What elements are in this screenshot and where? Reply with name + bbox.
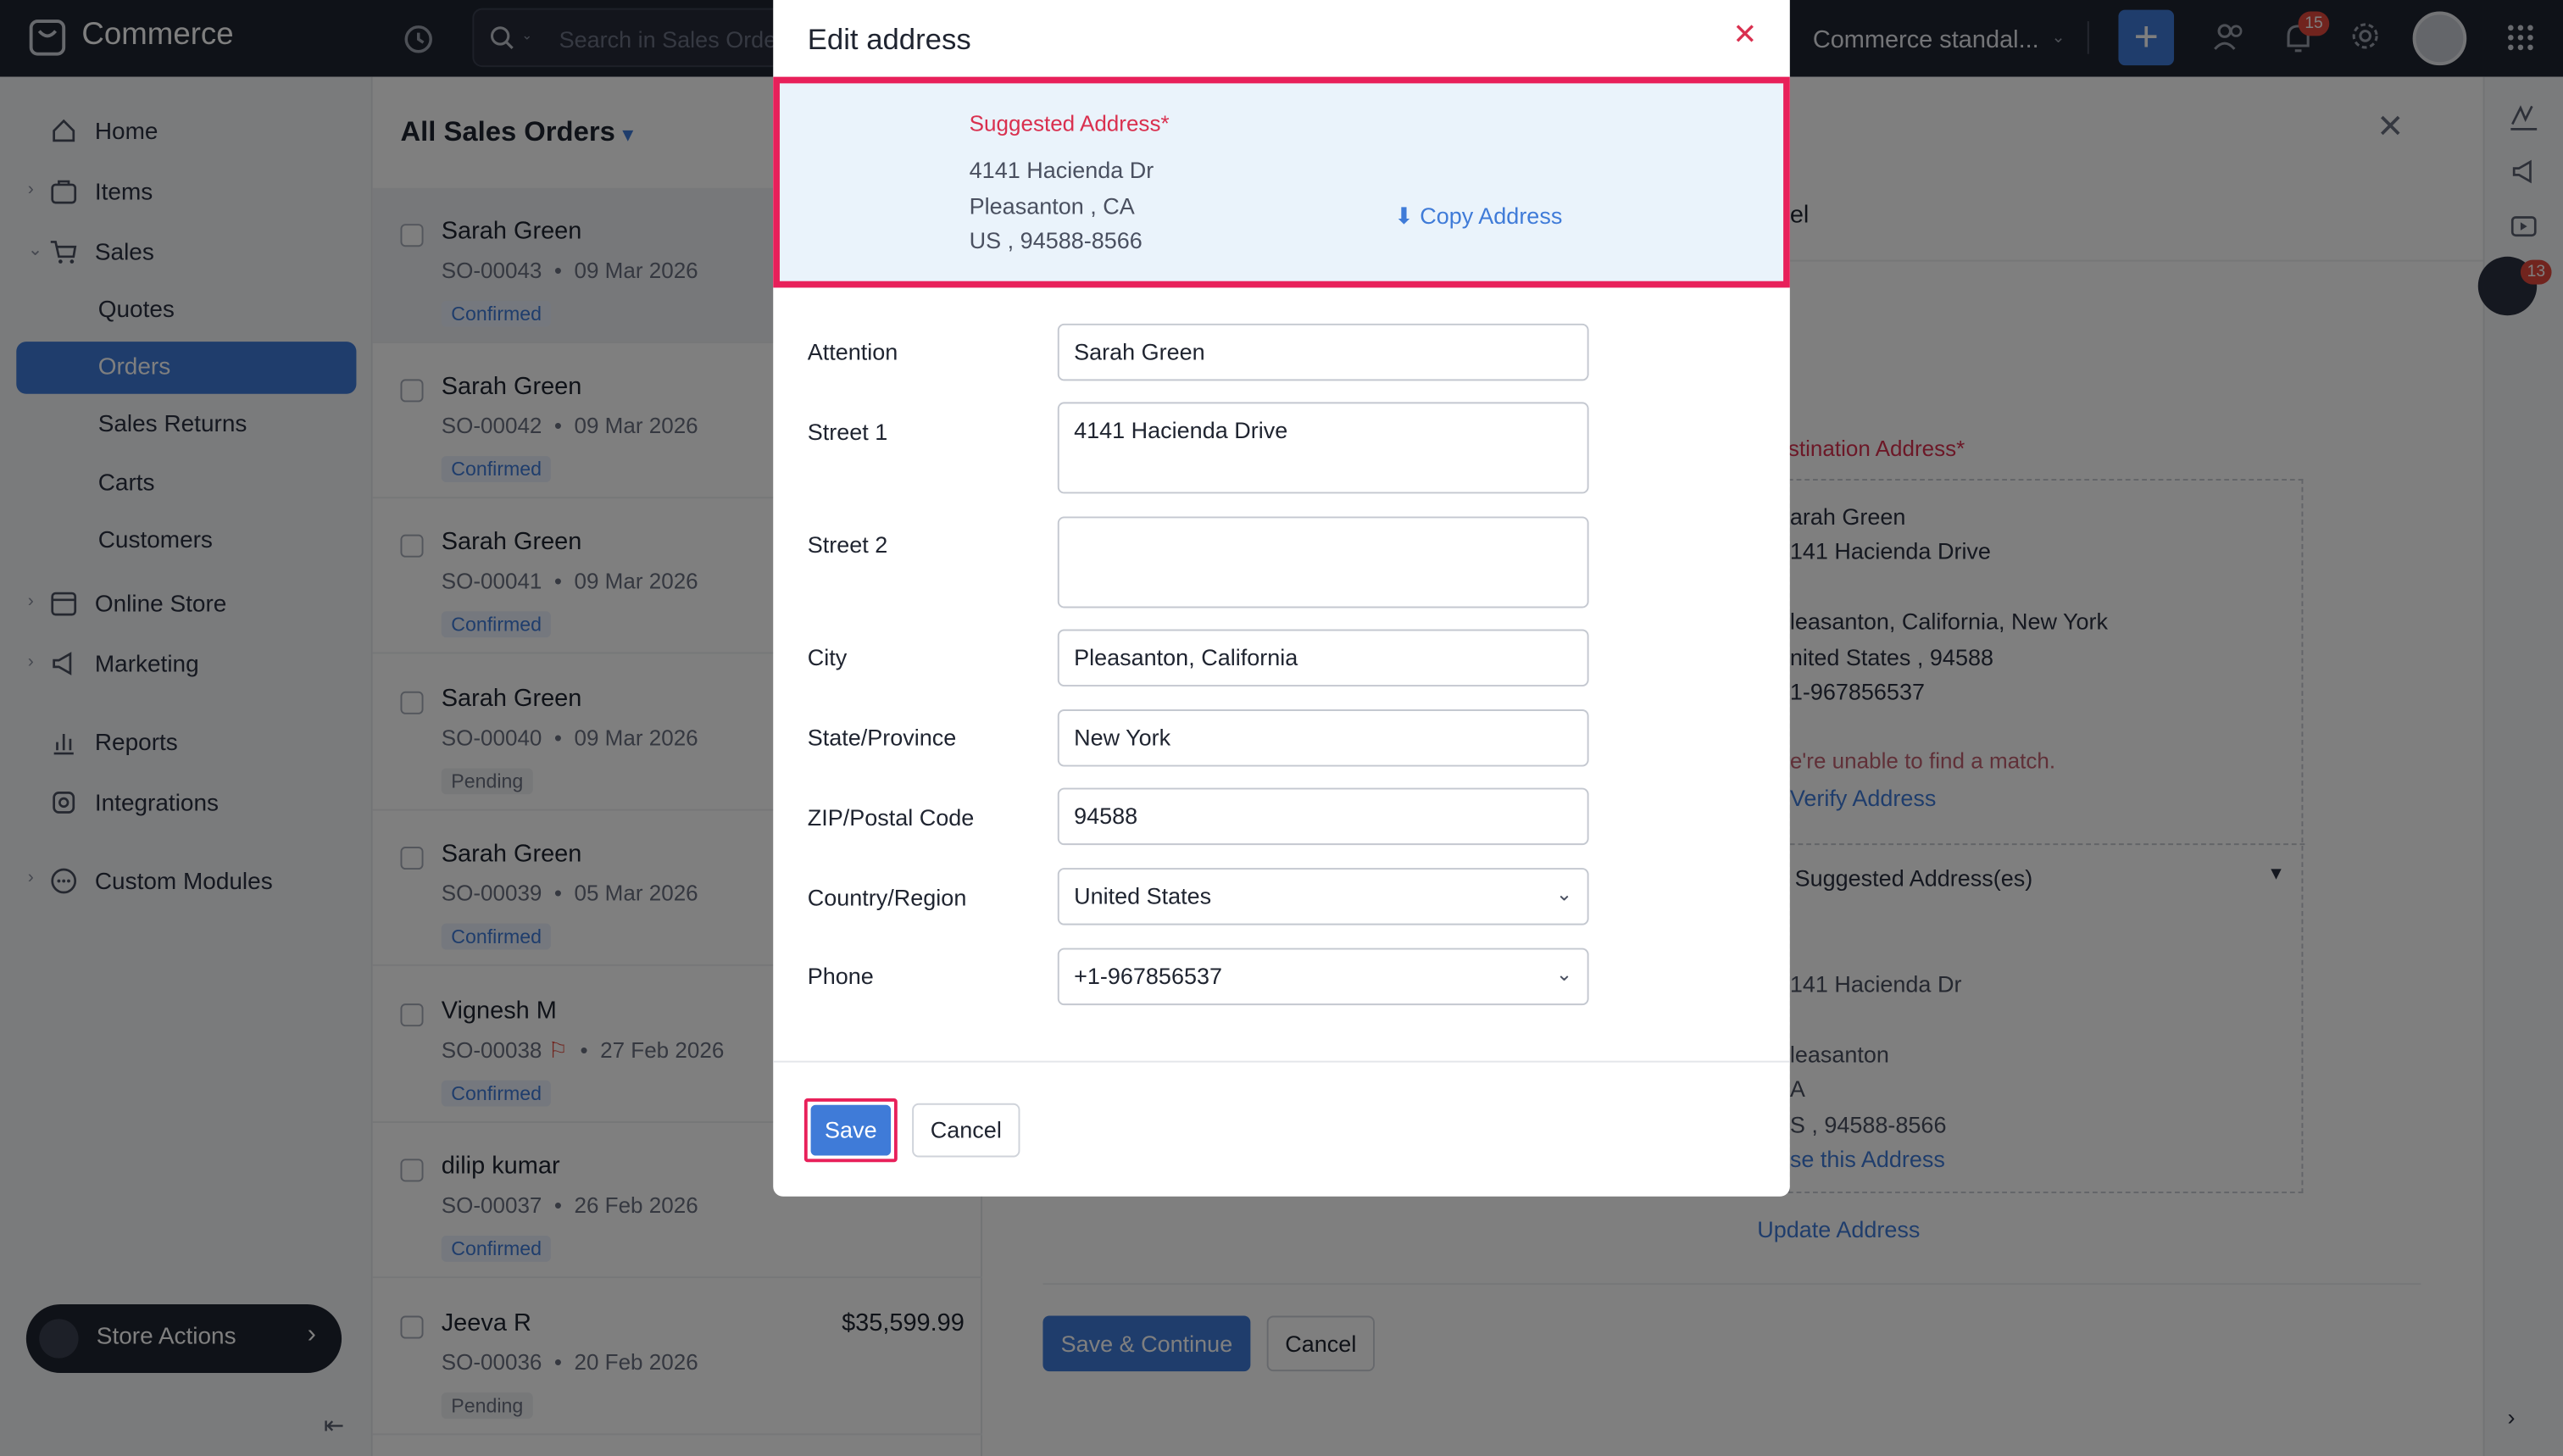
street1-textarea[interactable]: 4141 Hacienda Drive [1057, 402, 1589, 494]
street2-textarea[interactable] [1057, 516, 1589, 609]
attention-input[interactable]: Sarah Green [1057, 323, 1589, 381]
suggested-line: Pleasanton , CA [969, 192, 1135, 220]
country-label: Country/Region [807, 884, 967, 911]
phone-label: Phone [807, 962, 874, 989]
save-button-label: Save [810, 1104, 892, 1156]
divider [773, 1060, 1790, 1063]
zip-label: ZIP/Postal Code [807, 803, 975, 831]
save-button[interactable]: Save [803, 1098, 898, 1163]
attention-label: Attention [807, 338, 898, 365]
edit-address-dialog: Edit address ✕ Suggested Address* 4141 H… [773, 0, 1790, 1197]
suggested-address-panel: Suggested Address* 4141 Hacienda Dr Plea… [773, 76, 1790, 288]
street1-label: Street 1 [807, 418, 888, 445]
cancel-button[interactable]: Cancel [912, 1103, 1020, 1158]
arrow-down-icon: ⬇ [1394, 203, 1414, 230]
city-input[interactable]: Pleasanton, California [1057, 629, 1589, 687]
close-icon[interactable]: ✕ [1732, 18, 1757, 53]
chevron-down-icon: ⌄ [1555, 962, 1573, 986]
state-label: State/Province [807, 724, 957, 751]
country-select[interactable]: United States ⌄ [1057, 868, 1589, 925]
suggested-line: 4141 Hacienda Dr [969, 157, 1154, 184]
zip-input[interactable]: 94588 [1057, 787, 1589, 846]
phone-select[interactable]: +1-967856537 ⌄ [1057, 948, 1589, 1006]
street2-label: Street 2 [807, 531, 888, 558]
chevron-down-icon: ⌄ [1555, 882, 1573, 906]
city-label: City [807, 643, 848, 670]
copy-address-link[interactable]: ⬇ Copy Address [1394, 203, 1562, 231]
suggested-address-label: Suggested Address* [969, 111, 1170, 136]
state-input[interactable]: New York [1057, 709, 1589, 767]
dialog-title: Edit address [807, 23, 971, 56]
suggested-line: US , 94588-8566 [969, 227, 1143, 253]
